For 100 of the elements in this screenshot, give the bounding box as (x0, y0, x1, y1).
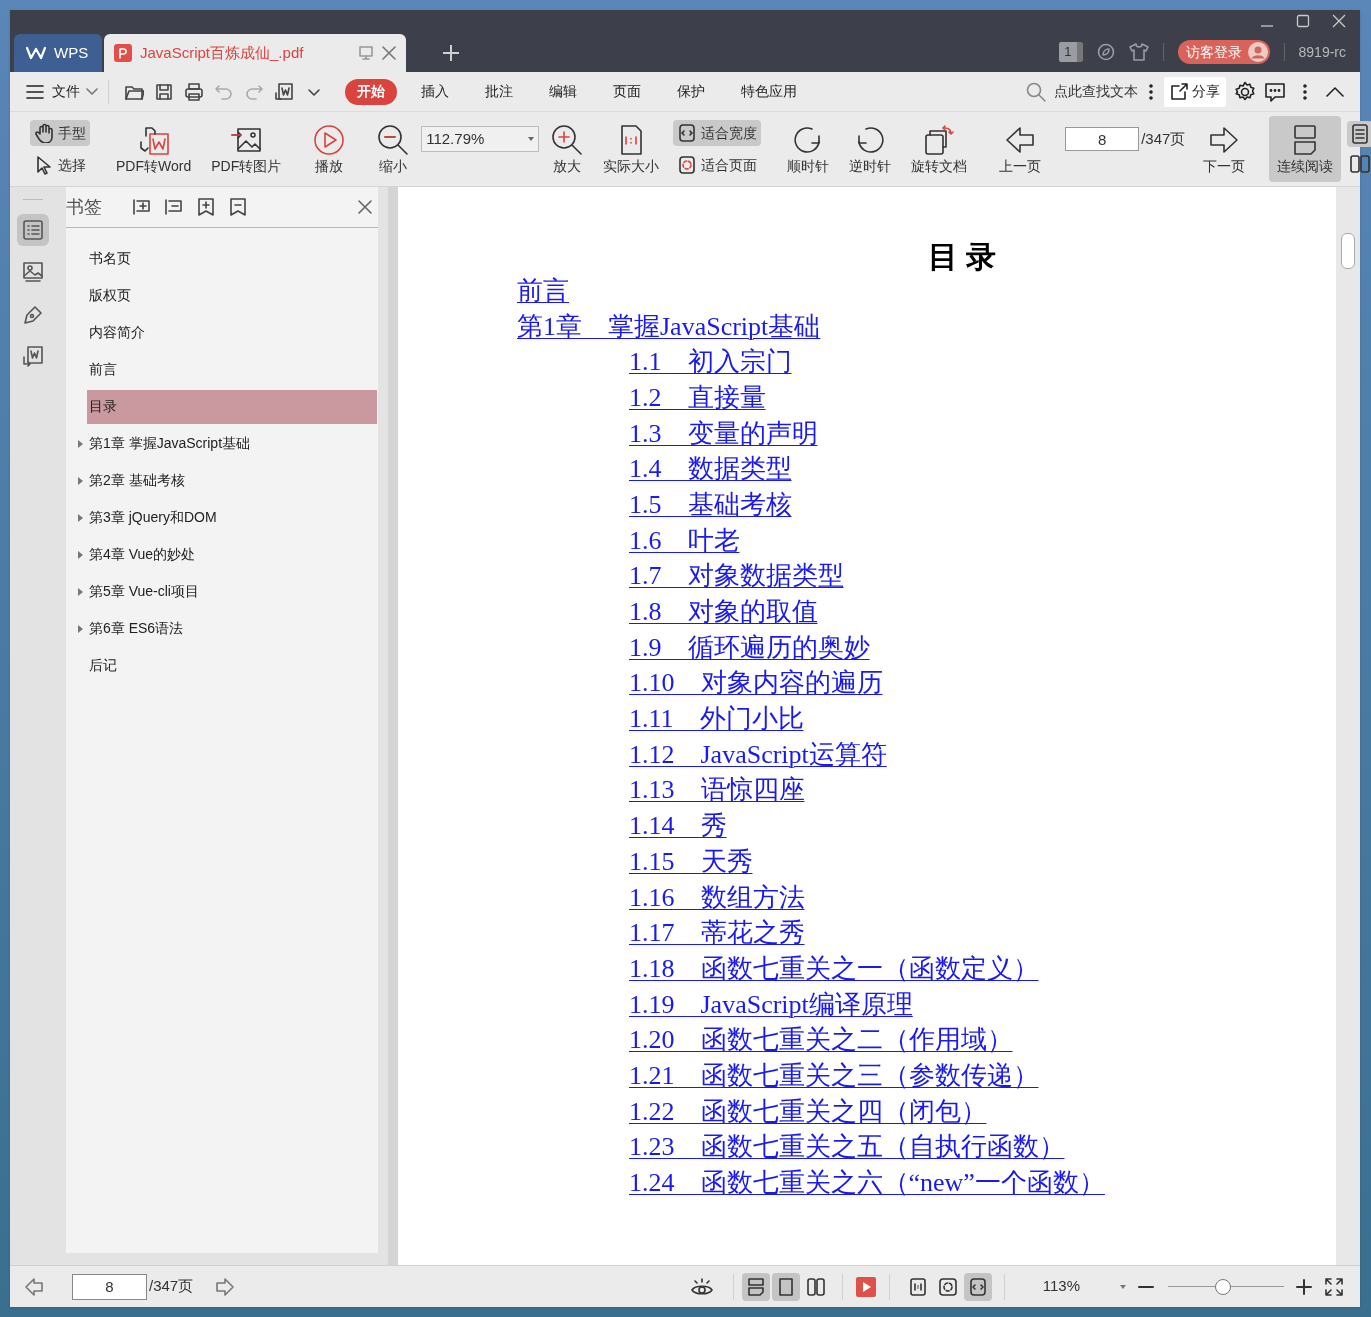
toc-link[interactable]: 1.19 JavaScript编译原理 (629, 989, 913, 1020)
expand-arrow-icon[interactable] (78, 624, 83, 633)
shirt-icon[interactable] (1128, 43, 1149, 61)
page-number-field[interactable]: 8 (72, 1273, 147, 1300)
close-icon[interactable] (1332, 14, 1346, 28)
collapse-all-icon[interactable] (164, 197, 184, 217)
share-button[interactable]: 分享 (1164, 76, 1226, 107)
window-count-badge[interactable]: 1 (1059, 42, 1083, 62)
toolbar-button[interactable]: 适合宽度 (673, 120, 762, 146)
add-bookmark-icon[interactable] (196, 197, 216, 217)
expand-arrow-icon[interactable] (78, 439, 83, 448)
zoom-slider[interactable] (1168, 1278, 1284, 1295)
more-vertical-icon[interactable] (1302, 82, 1308, 101)
toc-link[interactable]: 1.3 变量的声明 (629, 418, 818, 449)
bookmark-item[interactable]: 第5章 Vue-cli项目 (87, 574, 377, 609)
toolbar-button[interactable]: 手型 (30, 120, 90, 146)
toc-link[interactable]: 1.4 数据类型 (629, 454, 792, 485)
toc-link[interactable]: 前言 (517, 275, 569, 306)
chevron-down-icon[interactable] (86, 87, 98, 96)
toc-link[interactable]: 1.2 直接量 (629, 382, 766, 413)
bookmark-item[interactable]: 目录 (87, 389, 377, 424)
bookmark-item[interactable]: 内容简介 (87, 315, 377, 350)
view-mode-button[interactable] (771, 1272, 800, 1301)
bookmark-item[interactable]: 第4章 Vue的妙处 (87, 537, 377, 572)
toc-link[interactable]: 1.9 循环遍历的奥妙 (629, 632, 870, 663)
login-button[interactable]: 访客登录 (1177, 40, 1270, 64)
toc-link[interactable]: 1.15 天秀 (629, 846, 753, 877)
caret-down-icon[interactable] (1120, 1284, 1126, 1289)
avatar-icon[interactable] (1247, 42, 1268, 62)
toolbar-button[interactable]: 缩小 (369, 116, 418, 182)
toc-link[interactable]: 1.7 对象数据类型 (629, 561, 844, 592)
ribbon-tab[interactable]: 特色应用 (729, 78, 809, 105)
chat-icon[interactable] (1264, 80, 1286, 103)
toolbar-button[interactable]: 放大 (543, 116, 592, 182)
expand-arrow-icon[interactable] (78, 550, 83, 559)
toc-link[interactable]: 1.6 叶老 (629, 525, 740, 556)
view-mode-button[interactable] (741, 1272, 770, 1301)
export-icon[interactable] (274, 81, 294, 102)
close-icon[interactable] (358, 200, 372, 214)
bookmark-item[interactable]: 第1章 掌握JavaScript基础 (87, 426, 377, 461)
fit-mode-button[interactable] (963, 1272, 992, 1301)
toc-link[interactable]: 1.24 函数七重关之六（“new”一个函数） (629, 1168, 1105, 1199)
toc-link[interactable]: 1.12 JavaScript运算符 (629, 739, 887, 770)
ribbon-tab[interactable]: 插入 (409, 78, 461, 105)
toc-link[interactable]: 1.21 函数七重关之三（参数传递） (629, 1060, 1039, 1091)
w-logo-icon[interactable] (26, 46, 46, 60)
toc-link[interactable]: 1.8 对象的取值 (629, 597, 818, 628)
expand-arrow-icon[interactable] (78, 587, 83, 596)
toc-link[interactable]: 1.1 初入宗门 (629, 347, 792, 378)
tab[interactable]: JavaScript百炼成仙_.pdf (104, 34, 406, 72)
bookmark-item[interactable]: 第3章 jQuery和DOM (87, 500, 377, 535)
page-number-field[interactable]: 8 (1065, 127, 1140, 151)
view-button[interactable] (1347, 121, 1371, 147)
toc-link[interactable]: 1.22 函数七重关之四（闭包） (629, 1096, 987, 1127)
toc-link[interactable]: 1.20 函数七重关之二（作用域） (629, 1025, 1013, 1056)
toc-link[interactable]: 1.14 秀 (629, 811, 727, 842)
maximize-icon[interactable] (1296, 14, 1310, 28)
bookmark-item[interactable]: 前言 (87, 352, 377, 387)
ribbon-tab[interactable]: 页面 (601, 78, 653, 105)
toc-link[interactable]: 1.16 数组方法 (629, 882, 805, 913)
new-tab-icon[interactable] (442, 44, 460, 62)
more-vertical-icon[interactable] (1148, 82, 1154, 101)
toc-link[interactable]: 1.11 外门小比 (629, 704, 804, 735)
ribbon-tab[interactable]: 批注 (473, 78, 525, 105)
bookmark-item[interactable]: 后记 (87, 648, 377, 683)
toolbar-button[interactable]: PDF转图片 (203, 116, 290, 182)
search-field[interactable]: 点此查找文本 (1026, 81, 1138, 102)
expand-arrow-icon[interactable] (78, 513, 83, 522)
toc-link[interactable]: 1.17 蒂花之秀 (629, 918, 805, 949)
bookmark-item[interactable]: 书名页 (87, 241, 377, 276)
close-icon[interactable] (382, 46, 396, 60)
toc-link[interactable]: 1.5 基础考核 (629, 489, 792, 520)
toolbar-button[interactable]: 实际大小 (595, 116, 668, 182)
pdf-file-icon[interactable] (114, 44, 132, 62)
slideshow-icon[interactable] (854, 1275, 877, 1298)
ribbon-tab[interactable]: 开始 (345, 78, 397, 105)
bookmark-item[interactable]: 版权页 (87, 278, 377, 313)
toolbar-button[interactable]: 适合页面 (673, 152, 762, 178)
settings-icon[interactable] (1234, 80, 1256, 103)
file-menu[interactable]: 文件 (52, 81, 98, 102)
toolbar-button[interactable]: 顺时针 (779, 116, 838, 182)
printer-icon[interactable] (184, 81, 204, 102)
toc-link[interactable]: 第1章 掌握JavaScript基础 (517, 311, 821, 342)
tab[interactable]: WPS (14, 34, 102, 72)
toolbar-button[interactable]: 旋转文档 (903, 116, 976, 182)
ribbon-tab[interactable]: 保护 (665, 78, 717, 105)
bookmark-item[interactable]: 第6章 ES6语法 (87, 611, 377, 646)
toolbar-button[interactable]: 上一页 (991, 116, 1050, 182)
bookmark-icon[interactable] (228, 197, 248, 217)
zoom-in-icon[interactable] (1296, 1278, 1312, 1295)
chevron-up-icon[interactable] (1326, 85, 1344, 98)
toc-link[interactable]: 1.23 函数七重关之五（自执行函数） (629, 1132, 1065, 1163)
fullscreen-icon[interactable] (1324, 1276, 1344, 1297)
expand-arrow-icon[interactable] (78, 476, 83, 485)
toolbar-button[interactable]: 播放 (305, 116, 354, 182)
toc-link[interactable]: 1.10 对象内容的遍历 (629, 668, 883, 699)
zoom-combobox[interactable]: 112.79% (421, 126, 540, 152)
eye-icon[interactable] (690, 1276, 713, 1297)
bookmark-item[interactable]: 第2章 基础考核 (87, 463, 377, 498)
toc-link[interactable]: 1.18 函数七重关之一（函数定义） (629, 953, 1039, 984)
